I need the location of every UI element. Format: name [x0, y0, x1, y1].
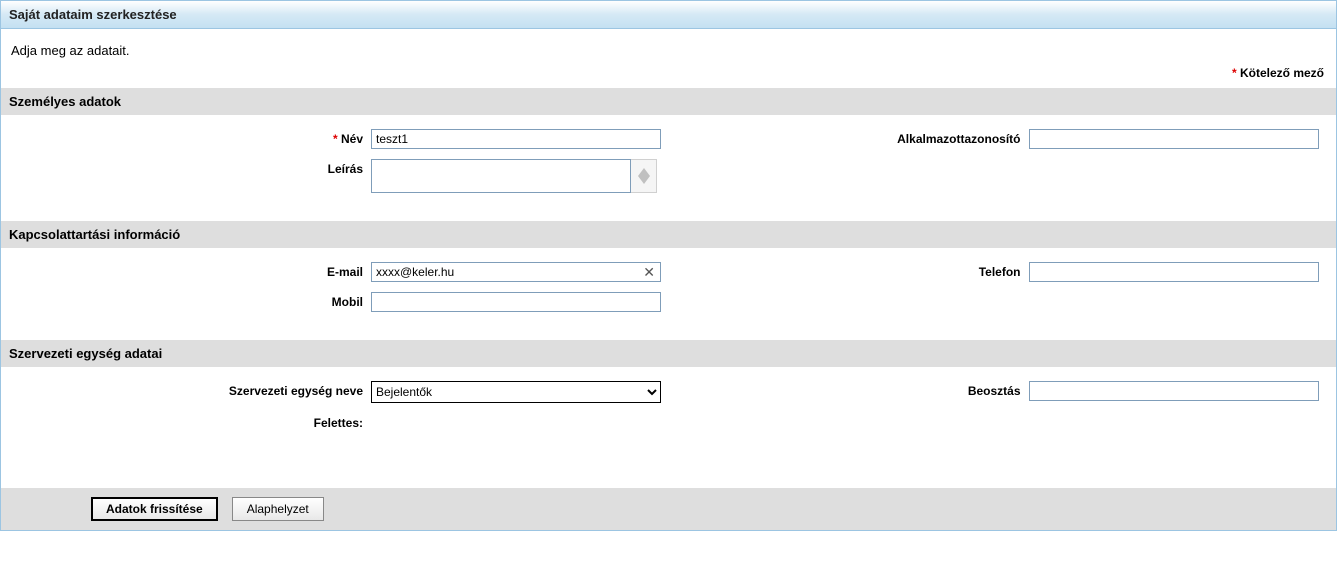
chevron-up-icon — [638, 168, 650, 176]
row-employee-id: Alkalmazottazonosító — [669, 129, 1327, 149]
row-manager: Felettes: — [11, 413, 669, 430]
row-phone: Telefon — [669, 262, 1327, 282]
row-mobile: Mobil — [11, 292, 669, 312]
manager-label: Felettes: — [11, 413, 371, 430]
name-label-text: Név — [341, 132, 363, 146]
phone-input[interactable] — [1029, 262, 1319, 282]
section-org-header: Szervezeti egység adatai — [1, 340, 1336, 367]
section-contact-header: Kapcsolattartási információ — [1, 221, 1336, 248]
mobile-input[interactable] — [371, 292, 661, 312]
unit-select[interactable]: Bejelentők — [371, 381, 661, 403]
email-input[interactable] — [371, 262, 661, 282]
asterisk-icon: * — [333, 132, 338, 146]
phone-wrap — [1029, 262, 1319, 282]
phone-label: Telefon — [669, 262, 1029, 279]
textarea-scroll[interactable] — [631, 159, 657, 193]
required-note-label: Kötelező mező — [1240, 66, 1324, 80]
employee-id-input[interactable] — [1029, 129, 1319, 149]
unit-wrap: Bejelentők — [371, 381, 661, 403]
name-input-wrap — [371, 129, 661, 149]
employee-id-wrap — [1029, 129, 1319, 149]
row-email: E-mail ✕ — [11, 262, 669, 282]
name-input[interactable] — [371, 129, 661, 149]
mobile-wrap — [371, 292, 661, 312]
required-note: * Kötelező mező — [1, 58, 1336, 88]
clear-icon[interactable]: ✕ — [643, 264, 655, 280]
edit-profile-panel: Saját adataim szerkesztése Adja meg az a… — [0, 0, 1337, 531]
instruction-text: Adja meg az adatait. — [1, 29, 1336, 58]
section-org-body: Szervezeti egység neve Bejelentők Felett… — [1, 367, 1336, 458]
col-right: Beosztás — [669, 381, 1327, 440]
panel-title: Saját adataim szerkesztése — [1, 1, 1336, 29]
email-wrap: ✕ — [371, 262, 661, 282]
reset-button[interactable]: Alaphelyzet — [232, 497, 324, 521]
col-left: Szervezeti egység neve Bejelentők Felett… — [11, 381, 669, 440]
role-input[interactable] — [1029, 381, 1319, 401]
col-right: Alkalmazottazonosító — [669, 129, 1327, 203]
row-role: Beosztás — [669, 381, 1327, 401]
role-wrap — [1029, 381, 1319, 401]
update-button[interactable]: Adatok frissítése — [91, 497, 218, 521]
asterisk-icon: * — [1232, 66, 1237, 80]
description-input-wrap — [371, 159, 657, 193]
row-description: Leírás — [11, 159, 669, 193]
chevron-down-icon — [638, 176, 650, 184]
section-personal-header: Személyes adatok — [1, 88, 1336, 115]
col-left: E-mail ✕ Mobil — [11, 262, 669, 322]
employee-id-label: Alkalmazottazonosító — [669, 129, 1029, 146]
section-personal-body: * Név Leírás Alkalmaz — [1, 115, 1336, 221]
col-left: * Név Leírás — [11, 129, 669, 203]
col-right: Telefon — [669, 262, 1327, 322]
spacer — [1, 458, 1336, 488]
role-label: Beosztás — [669, 381, 1029, 398]
row-name: * Név — [11, 129, 669, 149]
unit-label: Szervezeti egység neve — [11, 381, 371, 398]
description-label: Leírás — [11, 159, 371, 176]
row-unit: Szervezeti egység neve Bejelentők — [11, 381, 669, 403]
mobile-label: Mobil — [11, 292, 371, 309]
description-textarea[interactable] — [371, 159, 631, 193]
button-bar: Adatok frissítése Alaphelyzet — [1, 488, 1336, 530]
email-label: E-mail — [11, 262, 371, 279]
name-label: * Név — [11, 129, 371, 146]
section-contact-body: E-mail ✕ Mobil Telefon — [1, 248, 1336, 340]
